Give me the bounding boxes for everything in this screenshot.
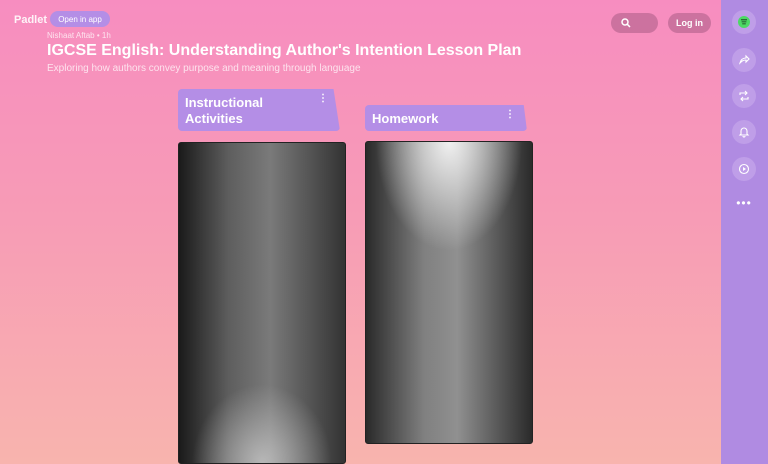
post-age: 1h	[101, 31, 111, 40]
author-name[interactable]: Nishaat Aftab	[47, 31, 95, 40]
column-title: Homework	[372, 111, 439, 126]
right-action-rail: •••	[721, 0, 768, 464]
slideshow-icon	[738, 163, 750, 175]
kebab-icon[interactable]: ⋮	[505, 110, 515, 120]
login-button[interactable]: Log in	[668, 13, 711, 33]
search-icon	[621, 18, 631, 28]
column-title: Instructional Activities	[185, 95, 264, 126]
column-header-homework[interactable]: Homework ⋮	[365, 105, 527, 131]
open-in-app-button[interactable]: Open in app	[50, 11, 110, 27]
column-header-instructional-activities[interactable]: Instructional Activities ⋮	[178, 89, 340, 131]
share-icon	[738, 54, 750, 65]
remix-icon	[739, 90, 749, 102]
post-card-image[interactable]	[178, 142, 346, 464]
remake-icon	[738, 16, 750, 28]
more-options-button[interactable]: •••	[732, 197, 756, 212]
remix-button[interactable]	[732, 84, 756, 108]
slideshow-button[interactable]	[732, 157, 756, 181]
page-title: IGCSE English: Understanding Author's In…	[47, 42, 522, 59]
bell-icon	[738, 127, 750, 138]
padlet-logo[interactable]: Padlet	[14, 14, 47, 26]
share-button[interactable]	[732, 48, 756, 72]
post-meta: Nishaat Aftab • 1h	[47, 31, 111, 40]
notifications-button[interactable]	[732, 120, 756, 144]
meta-separator: •	[96, 31, 100, 40]
kebab-icon[interactable]: ⋮	[318, 94, 328, 104]
post-card-image[interactable]	[365, 141, 533, 444]
page-subtitle: Exploring how authors convey purpose and…	[47, 63, 361, 74]
remake-button[interactable]	[732, 10, 756, 34]
search-button[interactable]	[611, 13, 658, 33]
